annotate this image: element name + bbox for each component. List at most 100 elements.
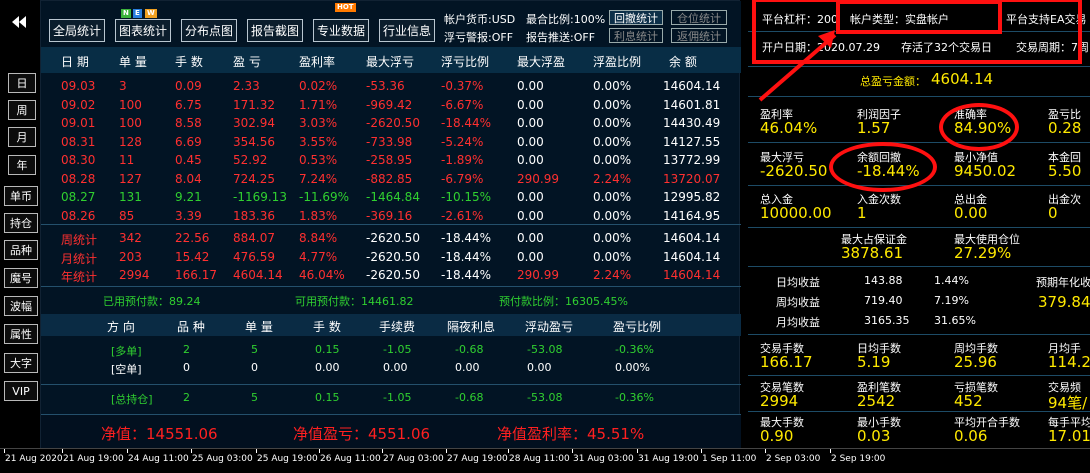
cell-balance: 14601.81 xyxy=(663,97,721,112)
col-float-profit-ratio: 浮盈比例 xyxy=(593,55,642,69)
time-axis: 21 Aug 2020 21 Aug 19:00 24 Aug 11:00 25 Au… xyxy=(0,448,1090,473)
side-btn-attributes[interactable]: 属性 xyxy=(4,324,38,344)
industry-info-button[interactable]: 行业信息 xyxy=(379,19,435,42)
distribution-chart-button[interactable]: 分布点图 xyxy=(181,19,237,42)
cell-max-float-loss: -2620.50 xyxy=(366,268,420,282)
table-row[interactable]: 08.31 128 6.69 354.56 3.55% -733.98 -5.24% 0.00… xyxy=(41,133,741,151)
axis-label: 1 Sep 11:00 xyxy=(702,454,757,464)
side-btn-symbols[interactable]: 品种 xyxy=(4,240,38,260)
side-btn-large-font[interactable]: 大字 xyxy=(4,353,38,373)
pos-col-float-pnl: 浮动盈亏 xyxy=(525,320,574,334)
report-screenshot-button[interactable]: 报告截图 xyxy=(247,19,303,42)
hot-badge: HOT xyxy=(335,3,356,12)
table-row[interactable]: 08.26 85 3.39 183.36 1.83% -369.16 -2.61% 0.00 0… xyxy=(41,207,741,225)
trade-metric-value: 25.96 xyxy=(954,353,997,371)
net-pnl: 净值盈亏：4551.06 xyxy=(293,425,431,443)
float-loss-alert[interactable]: 浮亏警报:OFF xyxy=(444,29,513,45)
cell-max-float-profit: 0.00 xyxy=(517,231,544,245)
pro-data-button[interactable]: 专业数据 xyxy=(313,19,369,42)
axis-tick xyxy=(62,449,63,453)
pos-col-swap: 隔夜利息 xyxy=(447,320,496,334)
cell-pnl: 52.92 xyxy=(233,153,268,167)
cell-float-loss-ratio: -18.44% xyxy=(441,116,492,130)
cell-rate: 3.03% xyxy=(299,116,338,130)
position-row[interactable]: [空单] 0 0 0.00 0.00 0.00 0.00 0.00% xyxy=(41,359,741,377)
daily-table-header: 日 期 单 量 手 数 盈 亏 盈利率 最大浮亏 浮亏比例 最大浮盈 浮盈比例 … xyxy=(41,47,741,73)
collapse-arrow-icon[interactable] xyxy=(4,4,34,40)
avg-income-pct: 31.65% xyxy=(934,314,976,327)
side-btn-month[interactable]: 月 xyxy=(8,127,36,147)
account-type-annotation xyxy=(836,0,1002,34)
summary-row[interactable]: 周统计 342 22.56 884.07 8.84% -2620.50 -18.44% 0.0… xyxy=(41,229,741,247)
position-row[interactable]: [多单] 2 5 0.15 -1.05 -0.68 -53.08 -0.36% xyxy=(41,341,741,359)
cell-date: 周统计 xyxy=(61,233,98,247)
table-row[interactable]: 09.03 3 0.09 2.33 0.02% -53.36 -0.37% 0.00 0.00%… xyxy=(41,77,741,95)
pos-cell-symbols: 2 xyxy=(183,343,190,356)
axis-tick xyxy=(127,449,128,453)
axis-tick xyxy=(508,449,509,453)
drawdown-stats-button[interactable]: 回撤统计 xyxy=(609,10,663,25)
cell-lots: 9.21 xyxy=(175,190,202,204)
max-ratio[interactable]: 最合比例:100% xyxy=(526,11,605,27)
cell-orders: 131 xyxy=(119,190,142,204)
side-btn-year[interactable]: 年 xyxy=(8,155,36,175)
cell-orders: 3 xyxy=(119,79,127,93)
table-row[interactable]: 08.28 127 8.04 724.25 7.24% -882.85 -6.79% 290.… xyxy=(41,170,741,188)
available-prepay: 可用预付款：14461.82 xyxy=(295,295,414,308)
table-row[interactable]: 08.30 11 0.45 52.92 0.53% -258.95 -1.89% 0.00 0.… xyxy=(41,151,741,169)
cell-pnl: 2.33 xyxy=(233,79,260,93)
report-push[interactable]: 报告推送:OFF xyxy=(526,29,595,45)
cell-float-profit-ratio: 0.00% xyxy=(593,231,632,245)
axis-label: 28 Aug 11:00 xyxy=(509,454,570,464)
cell-float-loss-ratio: -6.67% xyxy=(441,97,484,112)
cell-float-profit-ratio: 0.00% xyxy=(593,249,632,264)
cell-lots: 22.56 xyxy=(175,231,210,245)
trade-metric-value: 0.03 xyxy=(857,427,891,445)
position-stats-button[interactable]: 仓位统计 xyxy=(671,10,727,25)
axis-label: 25 Aug 19:00 xyxy=(257,454,318,464)
cell-float-loss-ratio: -18.44% xyxy=(441,231,492,245)
cell-date: 月统计 xyxy=(61,251,98,266)
cell-orders: 128 xyxy=(119,134,142,149)
cell-float-profit-ratio: 0.00% xyxy=(593,116,632,130)
axis-tick xyxy=(637,449,638,453)
side-btn-day[interactable]: 日 xyxy=(8,73,36,93)
cell-float-profit-ratio: 0.00% xyxy=(593,153,632,167)
cell-lots: 8.04 xyxy=(175,171,202,186)
pos-cell-lots: 0.15 xyxy=(315,343,340,356)
cell-float-profit-ratio: 0.00% xyxy=(593,79,632,93)
interest-stats-button[interactable]: 利息统计 xyxy=(609,28,663,43)
metric-value: 0.28 xyxy=(1048,119,1082,137)
table-row[interactable]: 09.01 100 8.58 302.94 3.03% -2620.50 -18.44% 0.… xyxy=(41,114,741,132)
chart-stats-button[interactable]: 图表统计 xyxy=(115,19,171,42)
trade-metric-value: 166.17 xyxy=(760,353,813,371)
pos-col-lots: 手 数 xyxy=(313,320,341,334)
side-btn-holdings[interactable]: 持仓 xyxy=(4,213,38,233)
position-row[interactable]: [总持仓] 2 5 0.15 -1.05 -0.68 -53.08 -0.36% xyxy=(41,389,741,407)
side-btn-vip[interactable]: VIP xyxy=(4,381,38,401)
table-row[interactable]: 09.02 100 6.75 171.32 1.71% -969.42 -6.67% 0.00… xyxy=(41,96,741,114)
rebate-stats-button[interactable]: 返佣统计 xyxy=(671,28,727,43)
cell-orders: 11 xyxy=(119,153,135,167)
cell-balance: 14604.14 xyxy=(663,79,721,93)
cell-balance: 14430.49 xyxy=(663,116,721,130)
axis-label: 21 Aug 2020 xyxy=(5,454,63,464)
axis-label: 24 Aug 11:00 xyxy=(128,454,189,464)
global-stats-button[interactable]: 全局统计 xyxy=(49,19,105,42)
side-btn-magic[interactable]: 魔号 xyxy=(4,268,38,288)
axis-tick xyxy=(319,449,320,453)
summary-row[interactable]: 月统计 203 15.42 476.59 4.77% -2620.50 -18.44% 0.0… xyxy=(41,248,741,266)
summary-row[interactable]: 年统计 2994 166.17 4604.14 46.04% -2620.50 -18.44… xyxy=(41,266,741,284)
col-date: 日 期 xyxy=(61,55,89,69)
cell-lots: 166.17 xyxy=(175,268,217,282)
side-btn-amplitude[interactable]: 波幅 xyxy=(4,296,38,316)
metric-value: 10000.00 xyxy=(760,204,832,222)
trade-metric-value: 114.2 xyxy=(1048,353,1090,371)
metric-value: 0.00 xyxy=(954,204,988,222)
table-row[interactable]: 08.27 131 9.21 -1169.13 -11.69% -1464.84 -10.1… xyxy=(41,188,741,206)
cell-float-profit-ratio: 0.00% xyxy=(593,134,632,149)
side-btn-week[interactable]: 周 xyxy=(8,100,36,120)
side-btn-single-currency[interactable]: 单币 xyxy=(4,186,38,206)
cell-max-float-loss: -2620.50 xyxy=(366,231,420,245)
cell-float-loss-ratio: -5.24% xyxy=(441,134,484,149)
